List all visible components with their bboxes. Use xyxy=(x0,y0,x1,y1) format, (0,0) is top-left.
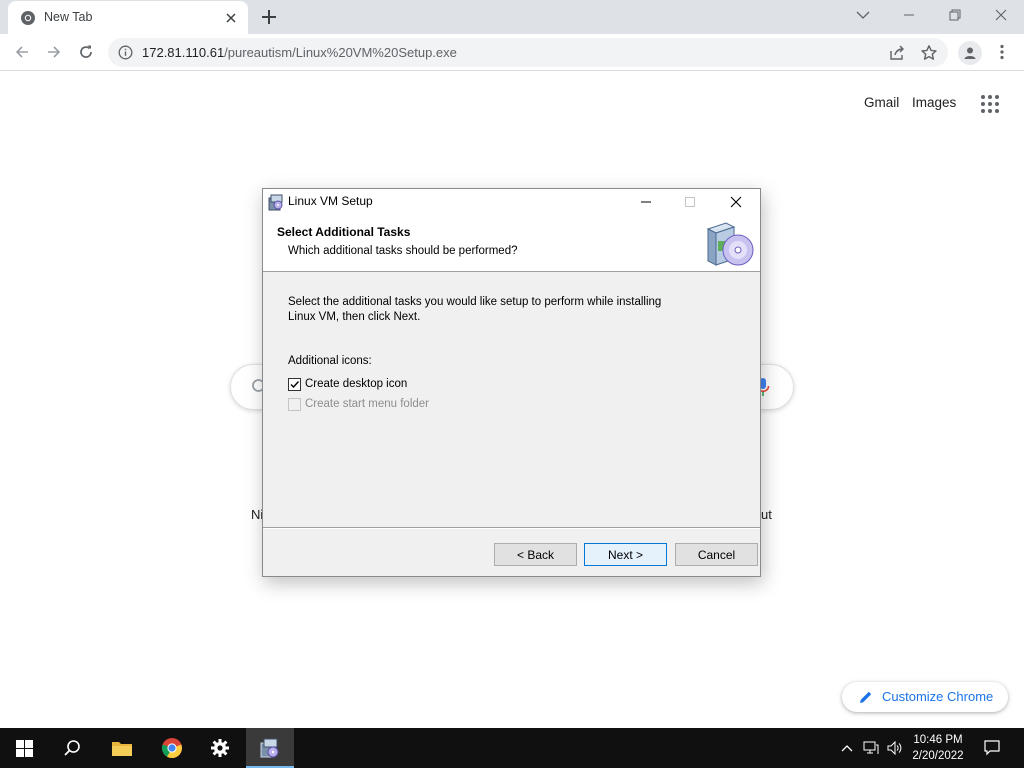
action-center-icon[interactable] xyxy=(982,738,1002,758)
gear-icon xyxy=(211,739,229,757)
new-tab-plus-icon[interactable] xyxy=(259,7,279,27)
dialog-button-separator xyxy=(263,527,760,529)
url-host: 172.81.110.61 xyxy=(142,45,225,60)
dialog-title: Linux VM Setup xyxy=(288,194,373,208)
url-text: 172.81.110.61/pureautism/Linux%20VM%20Se… xyxy=(142,45,457,60)
taskbar-settings[interactable] xyxy=(196,728,244,768)
dialog-minimize-icon[interactable] xyxy=(624,189,668,215)
pencil-icon xyxy=(860,691,872,703)
restore-icon[interactable] xyxy=(932,0,978,30)
tab-close-icon[interactable] xyxy=(222,9,240,27)
chrome-icon xyxy=(21,11,35,25)
folder-icon xyxy=(112,742,132,756)
desktop-icon-label: Create desktop icon xyxy=(305,378,408,390)
start-menu-folder-checkbox xyxy=(288,397,301,411)
back-arrow-icon[interactable] xyxy=(10,40,34,64)
customize-chrome-label: Customize Chrome xyxy=(882,689,994,704)
chrome-icon xyxy=(162,738,182,759)
taskbar-file-explorer[interactable] xyxy=(98,728,146,768)
task-create-desktop-icon[interactable]: Create desktop icon xyxy=(288,376,407,392)
customize-chrome-button[interactable]: Customize Chrome xyxy=(842,682,1008,712)
task-create-start-menu-folder: Create start menu folder xyxy=(288,396,429,412)
installer-box-cd-icon xyxy=(706,222,754,266)
additional-icons-label: Additional icons: xyxy=(288,355,372,367)
taskbar-search-button[interactable] xyxy=(48,728,96,768)
address-bar[interactable]: 172.81.110.61/pureautism/Linux%20VM%20Se… xyxy=(108,38,948,67)
tab-new-tab[interactable]: New Tab xyxy=(8,1,248,34)
minimize-icon[interactable] xyxy=(886,0,932,30)
back-button[interactable]: < Back xyxy=(494,543,577,566)
clock-time: 10:46 PM xyxy=(913,734,963,746)
dialog-heading: Select Additional Tasks xyxy=(277,225,411,239)
taskbar-linux-vm-setup[interactable] xyxy=(246,728,294,768)
share-icon[interactable] xyxy=(888,44,906,62)
dialog-instructions: Select the additional tasks you would li… xyxy=(288,295,708,325)
site-info-icon[interactable] xyxy=(118,45,133,60)
close-window-icon[interactable] xyxy=(978,0,1024,30)
setup-app-icon xyxy=(268,194,283,211)
dialog-instructions-line2: Linux VM, then click Next. xyxy=(288,311,421,323)
next-button[interactable]: Next > xyxy=(584,543,667,566)
search-icon xyxy=(64,740,80,756)
browser-toolbar: 172.81.110.61/pureautism/Linux%20VM%20Se… xyxy=(0,34,1024,71)
show-hidden-icons-chevron-icon[interactable] xyxy=(837,738,857,758)
images-link[interactable]: Images xyxy=(912,95,956,110)
cancel-button[interactable]: Cancel xyxy=(675,543,758,566)
setup-dialog: Linux VM Setup Select Additional Tasks W… xyxy=(262,188,761,577)
dialog-titlebar[interactable]: Linux VM Setup xyxy=(263,189,760,215)
more-menu-icon[interactable] xyxy=(990,40,1014,64)
dialog-instructions-line1: Select the additional tasks you would li… xyxy=(288,296,662,308)
gmail-link[interactable]: Gmail xyxy=(864,95,899,110)
dialog-close-icon[interactable] xyxy=(714,189,758,215)
dialog-maximize-icon xyxy=(668,189,712,215)
tab-strip: New Tab xyxy=(0,0,1024,34)
start-button[interactable] xyxy=(0,728,48,768)
setup-app-icon xyxy=(260,738,279,758)
dialog-subheading: Which additional tasks should be perform… xyxy=(288,245,518,257)
url-path: /pureautism/Linux%20VM%20Setup.exe xyxy=(224,45,457,60)
start-menu-folder-label: Create start menu folder xyxy=(305,398,430,410)
profile-avatar-icon[interactable] xyxy=(958,41,982,65)
bookmark-star-icon[interactable] xyxy=(920,44,938,62)
desktop-icon-checkbox[interactable] xyxy=(288,377,301,391)
checkmark-icon xyxy=(290,380,300,388)
dialog-header: Select Additional Tasks Which additional… xyxy=(263,215,760,272)
clock-date: 2/20/2022 xyxy=(912,750,964,762)
volume-icon[interactable] xyxy=(885,738,905,758)
tab-search-chevron-icon[interactable] xyxy=(840,0,886,30)
forward-arrow-icon[interactable] xyxy=(42,40,66,64)
windows-logo-icon xyxy=(15,739,33,757)
add-shortcut-label[interactable]: ut xyxy=(761,507,772,522)
taskbar-clock[interactable]: 10:46 PM 2/20/2022 xyxy=(904,732,972,764)
reload-icon[interactable] xyxy=(74,40,98,64)
tab-title: New Tab xyxy=(44,10,93,24)
google-apps-icon[interactable] xyxy=(980,94,1000,114)
network-icon[interactable] xyxy=(861,738,881,758)
taskbar-chrome[interactable] xyxy=(148,728,196,768)
windows-taskbar: 10:46 PM 2/20/2022 xyxy=(0,728,1024,768)
